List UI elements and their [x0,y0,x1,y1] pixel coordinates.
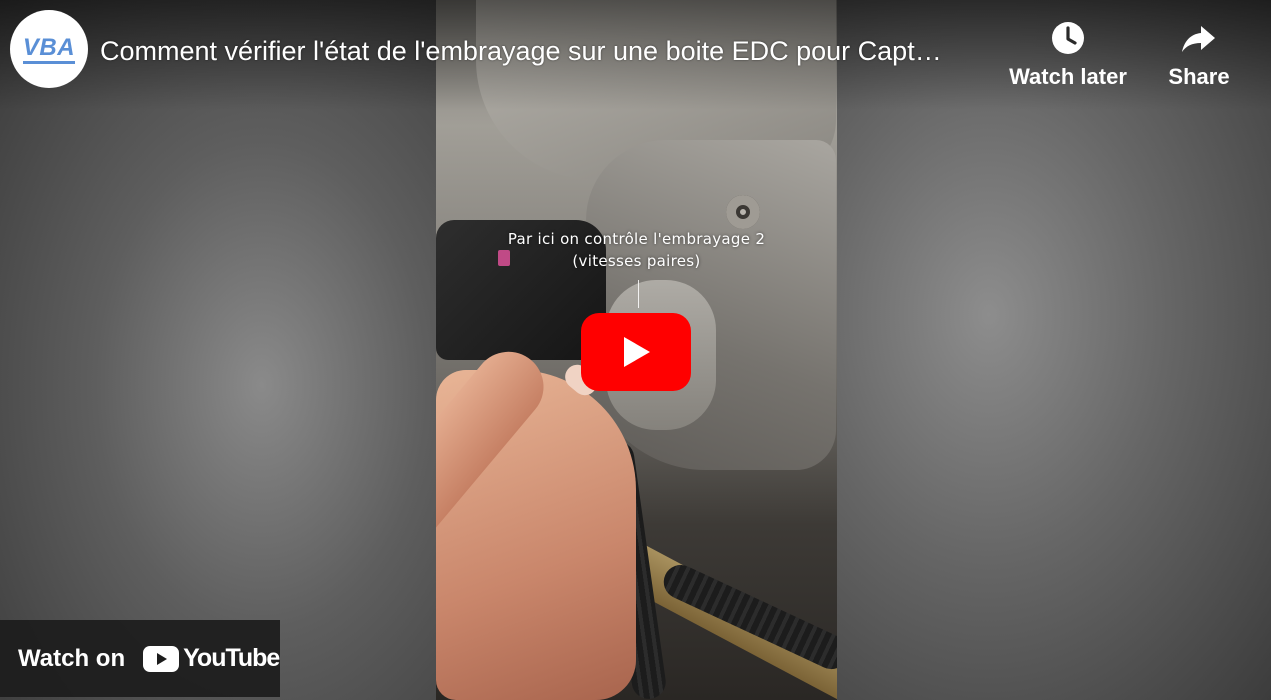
watch-later-label: Watch later [1009,64,1127,89]
play-icon [624,337,650,367]
youtube-logo-icon [143,645,180,672]
caption-line-2: (vitesses paires) [572,252,701,270]
share-button[interactable]: Share [1160,18,1238,90]
watch-on-label: Watch on [18,644,126,672]
video-caption: Par ici on contrôle l'embrayage 2 (vites… [436,228,837,272]
caption-pointer-line [638,280,639,308]
watch-later-button[interactable]: Watch later [1008,18,1128,90]
watch-on-youtube-button[interactable]: Watch on YouTube [0,620,280,697]
youtube-wordmark: YouTube [183,644,280,672]
caption-line-1: Par ici on contrôle l'embrayage 2 [507,230,766,248]
play-button[interactable] [581,313,691,391]
mounting-hole [726,195,760,229]
youtube-embed-player[interactable]: Par ici on contrôle l'embrayage 2 (vites… [0,0,1271,700]
vba-logo-icon: VBA [22,34,76,64]
clock-icon [1052,22,1084,54]
channel-avatar[interactable]: VBA [10,10,88,88]
share-label: Share [1168,64,1230,89]
share-arrow-icon [1182,26,1215,52]
youtube-logo: YouTube [143,644,280,673]
video-title[interactable]: Comment vérifier l'état de l'embrayage s… [100,34,1000,68]
